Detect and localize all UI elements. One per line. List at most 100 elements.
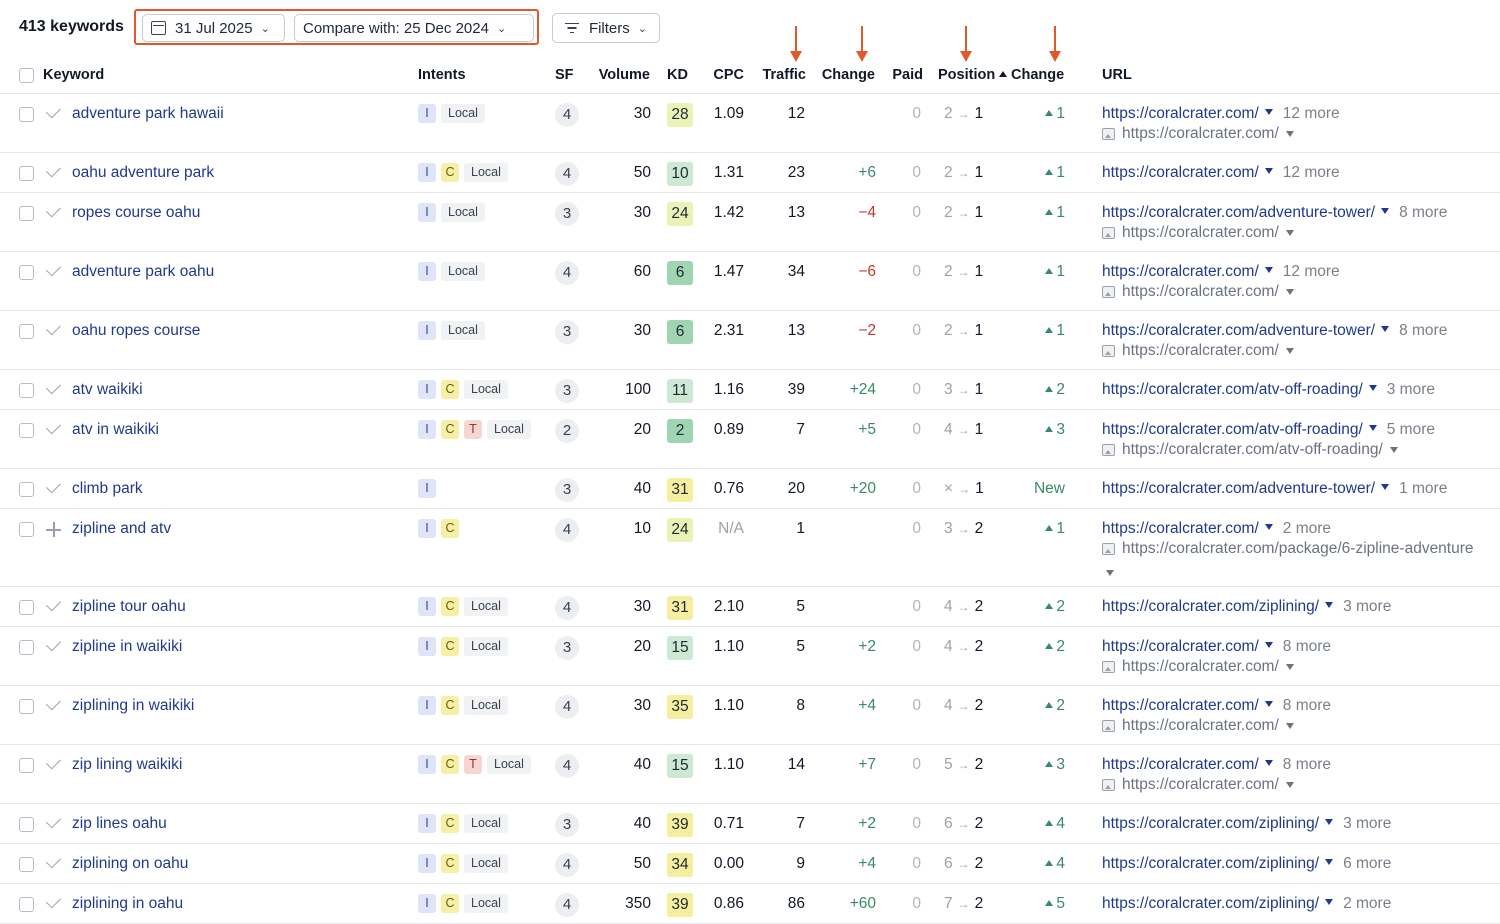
- select-all-checkbox[interactable]: [19, 68, 34, 83]
- column-header-intents[interactable]: Intents: [418, 67, 466, 83]
- url-link[interactable]: https://coralcrater.com/ziplining/: [1102, 598, 1319, 615]
- serp-features-count[interactable]: 3: [555, 813, 579, 837]
- row-checkbox[interactable]: [19, 324, 34, 339]
- more-urls-link[interactable]: 8 more: [1283, 638, 1331, 655]
- serp-features-count[interactable]: 3: [555, 636, 579, 660]
- keyword-link[interactable]: adventure park hawaii: [72, 105, 224, 123]
- more-urls-link[interactable]: 8 more: [1399, 322, 1447, 339]
- caret-down-icon[interactable]: [1325, 859, 1334, 865]
- table-row[interactable]: ropes course oahu I Local 3 30 24 1.42 13 −4 0 2 → 1…: [0, 193, 1500, 252]
- url-link[interactable]: https://coralcrater.com/ziplining/: [1102, 855, 1319, 872]
- more-urls-link[interactable]: 3 more: [1343, 598, 1391, 615]
- table-row[interactable]: adventure park hawaii I Local 4 30 28 1.09 12 0 2…: [0, 94, 1500, 153]
- serp-features-count[interactable]: 3: [555, 379, 579, 403]
- keyword-link[interactable]: ropes course oahu: [72, 204, 200, 222]
- keyword-link[interactable]: atv in waikiki: [72, 421, 159, 439]
- caret-down-icon[interactable]: [1381, 484, 1390, 490]
- caret-down-icon[interactable]: [1389, 447, 1398, 453]
- caret-down-icon[interactable]: [1368, 425, 1377, 431]
- sub-url[interactable]: https://coralcrater.com/atv-off-roading/: [1102, 441, 1398, 459]
- keyword-link[interactable]: oahu ropes course: [72, 322, 200, 340]
- sub-url[interactable]: https://coralcrater.com/: [1102, 125, 1294, 143]
- caret-down-icon[interactable]: [1381, 208, 1390, 214]
- caret-down-icon[interactable]: [1264, 267, 1273, 273]
- sub-url[interactable]: https://coralcrater.com/package/6-ziplin…: [1102, 540, 1474, 558]
- keyword-link[interactable]: ziplining in oahu: [72, 895, 183, 913]
- keyword-link[interactable]: ziplining on oahu: [72, 855, 188, 873]
- url-link[interactable]: https://coralcrater.com/: [1102, 638, 1259, 655]
- caret-down-icon[interactable]: [1285, 782, 1294, 788]
- url-link[interactable]: https://coralcrater.com/: [1102, 263, 1259, 280]
- serp-features-count[interactable]: 4: [555, 695, 579, 719]
- table-row[interactable]: ziplining on oahu I C Local 4 50 34 0.00 9 +4 0 6 → 2…: [0, 844, 1500, 884]
- caret-down-icon[interactable]: [1264, 524, 1273, 530]
- caret-down-icon[interactable]: [1285, 664, 1294, 670]
- more-urls-link[interactable]: 12 more: [1283, 105, 1340, 122]
- filters-button[interactable]: Filters ⌄: [552, 13, 660, 43]
- column-header-kd[interactable]: KD: [667, 67, 688, 83]
- table-row[interactable]: zip lines oahu I C Local 3 40 39 0.71 7 +2 0 6 → 2 4 ht…: [0, 804, 1500, 844]
- column-header-keyword[interactable]: Keyword: [43, 67, 104, 83]
- keyword-link[interactable]: zipline tour oahu: [72, 598, 186, 616]
- table-row[interactable]: zipline tour oahu I C Local 4 30 31 2.10 5 0 4 → 2 2 h…: [0, 587, 1500, 627]
- caret-down-icon[interactable]: [1285, 289, 1294, 295]
- serp-features-count[interactable]: 4: [555, 261, 579, 285]
- serp-features-count[interactable]: 2: [555, 419, 579, 443]
- row-checkbox[interactable]: [19, 817, 34, 832]
- column-header-position[interactable]: Position: [938, 67, 1008, 83]
- caret-down-icon[interactable]: [1325, 602, 1334, 608]
- keyword-link[interactable]: atv waikiki: [72, 381, 143, 399]
- caret-down-icon[interactable]: [1325, 819, 1334, 825]
- keyword-link[interactable]: oahu adventure park: [72, 164, 214, 182]
- keyword-link[interactable]: adventure park oahu: [72, 263, 214, 281]
- serp-features-count[interactable]: 4: [555, 754, 579, 778]
- column-header-sf[interactable]: SF: [555, 67, 574, 83]
- caret-down-icon[interactable]: [1325, 899, 1334, 905]
- caret-down-icon[interactable]: [1264, 701, 1273, 707]
- row-checkbox[interactable]: [19, 423, 34, 438]
- more-urls-link[interactable]: 3 more: [1387, 381, 1435, 398]
- sub-url[interactable]: https://coralcrater.com/: [1102, 717, 1294, 735]
- row-checkbox[interactable]: [19, 206, 34, 221]
- more-urls-link[interactable]: 8 more: [1283, 697, 1331, 714]
- compare-date-button[interactable]: Compare with: 25 Dec 2024 ⌄: [294, 14, 534, 42]
- column-header-traffic[interactable]: Traffic: [752, 67, 806, 83]
- url-link[interactable]: https://coralcrater.com/: [1102, 697, 1259, 714]
- row-checkbox[interactable]: [19, 265, 34, 280]
- row-checkbox[interactable]: [19, 522, 34, 537]
- caret-down-icon[interactable]: [1368, 385, 1377, 391]
- more-urls-link[interactable]: 5 more: [1387, 421, 1435, 438]
- row-checkbox[interactable]: [19, 758, 34, 773]
- caret-down-icon[interactable]: [1264, 760, 1273, 766]
- url-link[interactable]: https://coralcrater.com/ziplining/: [1102, 895, 1319, 912]
- table-row[interactable]: zip lining waikiki I C T Local 4 40 15 1.10 14 +7 0…: [0, 745, 1500, 804]
- caret-down-icon[interactable]: [1264, 642, 1273, 648]
- column-header-position-change[interactable]: Change: [1011, 67, 1064, 83]
- table-row[interactable]: zipline and atv I C 4 10 24 N/A 1 0 3 → 2 1 https://c…: [0, 509, 1500, 587]
- caret-down-icon[interactable]: [1285, 348, 1294, 354]
- keyword-link[interactable]: climb park: [72, 480, 143, 498]
- serp-features-count[interactable]: 4: [555, 518, 579, 542]
- more-urls-link[interactable]: 12 more: [1283, 164, 1340, 181]
- table-row[interactable]: adventure park oahu I Local 4 60 6 1.47 34 −6 0 2 →…: [0, 252, 1500, 311]
- row-checkbox[interactable]: [19, 600, 34, 615]
- more-urls-link[interactable]: 2 more: [1283, 520, 1331, 537]
- table-row[interactable]: zipline in waikiki I C Local 3 20 15 1.10 5 +2 0 4 →…: [0, 627, 1500, 686]
- add-keyword-plus-icon[interactable]: [46, 522, 61, 537]
- more-urls-link[interactable]: 12 more: [1283, 263, 1340, 280]
- url-link[interactable]: https://coralcrater.com/adventure-tower/: [1102, 204, 1375, 221]
- sub-url[interactable]: https://coralcrater.com/: [1102, 776, 1294, 794]
- serp-features-count[interactable]: 4: [555, 893, 579, 917]
- serp-features-count[interactable]: 3: [555, 202, 579, 226]
- sub-url[interactable]: https://coralcrater.com/: [1102, 342, 1294, 360]
- row-checkbox[interactable]: [19, 166, 34, 181]
- serp-features-count[interactable]: 4: [555, 162, 579, 186]
- url-link[interactable]: https://coralcrater.com/adventure-tower/: [1102, 322, 1375, 339]
- keyword-link[interactable]: ziplining in waikiki: [72, 697, 194, 715]
- caret-down-icon[interactable]: [1381, 326, 1390, 332]
- url-link[interactable]: https://coralcrater.com/adventure-tower/: [1102, 480, 1375, 497]
- serp-features-count[interactable]: 3: [555, 320, 579, 344]
- more-urls-link[interactable]: 6 more: [1343, 855, 1391, 872]
- caret-down-icon[interactable]: [1106, 570, 1114, 576]
- row-checkbox[interactable]: [19, 383, 34, 398]
